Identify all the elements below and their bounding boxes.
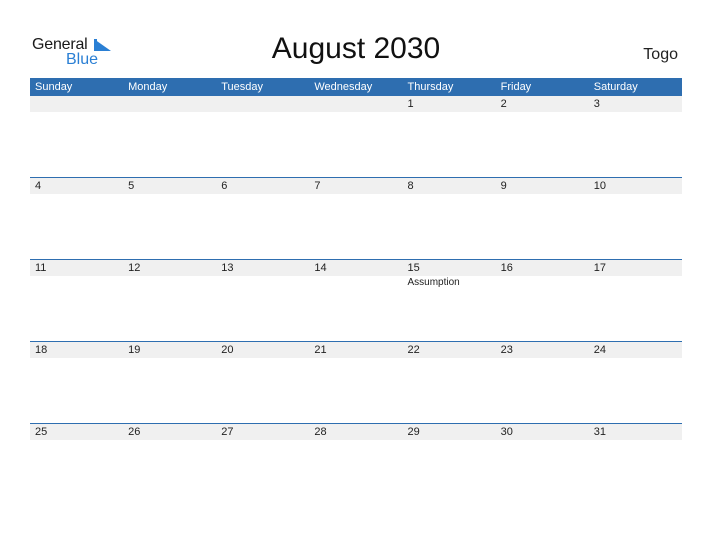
day-cell: 17 xyxy=(589,260,682,276)
day-number: 11 xyxy=(35,262,47,274)
day-cell: 28 xyxy=(309,424,402,440)
day-number: 23 xyxy=(500,344,513,356)
weekday-wednesday: Wednesday xyxy=(314,81,373,93)
day-cell xyxy=(123,96,216,112)
date-strip: 18 19 20 21 22 23 24 xyxy=(30,342,682,358)
date-strip: 4 5 6 7 8 9 10 xyxy=(30,178,682,194)
day-cell: 22 xyxy=(403,342,496,358)
weekday-monday: Monday xyxy=(128,81,168,93)
week-row: 18 19 20 21 22 23 24 xyxy=(30,341,682,423)
day-cell: 23 xyxy=(496,342,589,358)
day-cell: 19 xyxy=(123,342,216,358)
day-number: 28 xyxy=(314,426,327,438)
day-number: 2 xyxy=(500,98,507,110)
weekday-thursday: Thursday xyxy=(407,81,454,93)
day-cell: 25 xyxy=(30,424,123,440)
day-cell: 11 xyxy=(30,260,123,276)
day-cell: 10 xyxy=(589,178,682,194)
day-cell: 16 xyxy=(496,260,589,276)
calendar-grid: Sunday Monday Tuesday Wednesday Thursday… xyxy=(30,78,682,505)
day-cell: 31 xyxy=(589,424,682,440)
weekday-tuesday: Tuesday xyxy=(221,81,264,93)
day-cell: 8 xyxy=(403,178,496,194)
day-cell: 4 xyxy=(30,178,123,194)
day-number: 4 xyxy=(35,180,42,192)
day-cell: 3 xyxy=(589,96,682,112)
day-cell: 7 xyxy=(309,178,402,194)
day-cell: 14 xyxy=(309,260,402,276)
weekday-sunday: Sunday xyxy=(35,81,73,93)
week-row: 11 12 13 14 15 Assumption 16 17 xyxy=(30,259,682,341)
day-number: 27 xyxy=(221,426,234,438)
day-number: 8 xyxy=(407,180,414,192)
day-number: 31 xyxy=(593,426,606,438)
day-number: 25 xyxy=(35,426,48,438)
day-cell: 2 xyxy=(496,96,589,112)
day-number: 16 xyxy=(500,262,513,274)
day-cell: 5 xyxy=(123,178,216,194)
week-row: 1 2 3 xyxy=(30,96,682,177)
day-number: 29 xyxy=(407,426,420,438)
day-number: 13 xyxy=(221,262,234,274)
day-cell: 6 xyxy=(216,178,309,194)
day-cell: 27 xyxy=(216,424,309,440)
day-cell: 12 xyxy=(123,260,216,276)
day-number: 3 xyxy=(593,98,600,110)
day-number: 12 xyxy=(128,262,141,274)
day-number: 5 xyxy=(128,180,135,192)
calendar-title: August 2030 xyxy=(271,32,441,65)
day-cell: 15 Assumption xyxy=(403,260,496,288)
day-number: 6 xyxy=(221,180,228,192)
day-cell: 20 xyxy=(216,342,309,358)
day-number: 19 xyxy=(128,344,141,356)
day-number: 10 xyxy=(593,180,606,192)
day-cell: 18 xyxy=(30,342,123,358)
holiday-label: Assumption xyxy=(407,277,460,288)
day-number: 20 xyxy=(221,344,234,356)
day-number: 7 xyxy=(314,180,321,192)
day-cell xyxy=(309,96,402,112)
week-row: 25 26 27 28 29 30 31 xyxy=(30,423,682,505)
day-cell xyxy=(30,96,123,112)
weekday-saturday: Saturday xyxy=(593,81,638,93)
day-cell: 21 xyxy=(309,342,402,358)
day-cell xyxy=(216,96,309,112)
day-number: 1 xyxy=(407,98,414,110)
day-number: 26 xyxy=(128,426,141,438)
date-strip: 1 2 3 xyxy=(30,96,682,112)
day-number: 21 xyxy=(314,344,327,356)
date-strip: 11 12 13 14 15 Assumption 16 17 xyxy=(30,260,682,288)
day-number: 9 xyxy=(500,180,507,192)
week-row: 4 5 6 7 8 9 10 xyxy=(30,177,682,259)
day-cell: 29 xyxy=(403,424,496,440)
weekday-header-row: Sunday Monday Tuesday Wednesday Thursday… xyxy=(30,78,682,96)
day-cell: 26 xyxy=(123,424,216,440)
weekday-friday: Friday xyxy=(500,81,532,93)
day-number: 17 xyxy=(593,262,606,274)
day-number: 30 xyxy=(500,426,513,438)
day-cell: 13 xyxy=(216,260,309,276)
day-cell: 30 xyxy=(496,424,589,440)
day-number: 15 xyxy=(407,262,420,274)
day-number: 24 xyxy=(593,344,606,356)
day-cell: 9 xyxy=(496,178,589,194)
day-number: 18 xyxy=(35,344,48,356)
day-cell: 24 xyxy=(589,342,682,358)
day-number: 14 xyxy=(314,262,327,274)
country-label: Togo xyxy=(643,46,678,63)
day-number: 22 xyxy=(407,344,420,356)
date-strip: 25 26 27 28 29 30 31 xyxy=(30,424,682,440)
day-cell: 1 xyxy=(403,96,496,112)
